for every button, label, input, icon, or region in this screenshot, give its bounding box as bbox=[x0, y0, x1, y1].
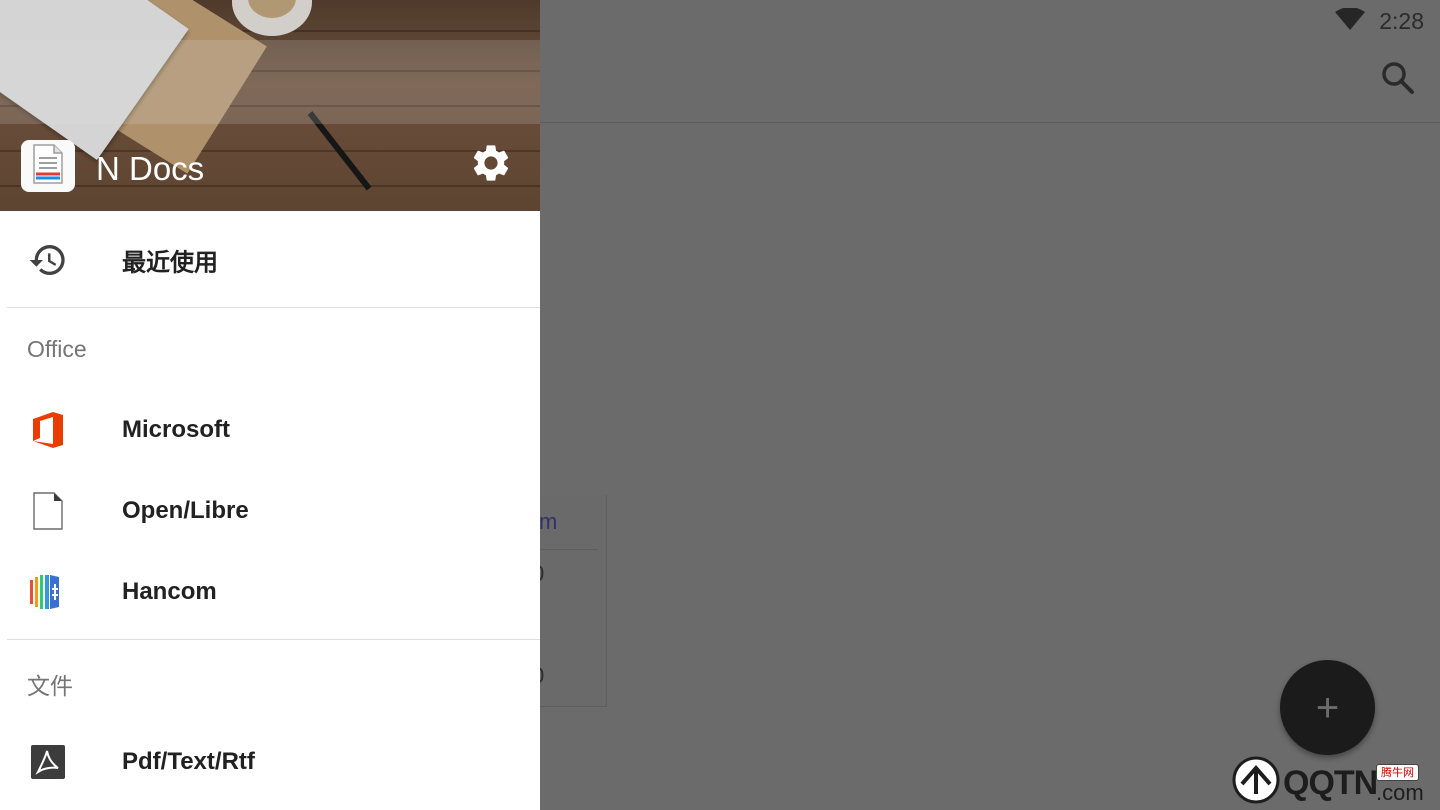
microsoft-office-icon bbox=[28, 410, 68, 450]
app-title: N Docs bbox=[96, 150, 205, 187]
section-header-files: 文件 bbox=[27, 673, 73, 699]
menu-item-pdf-text-rtf[interactable]: Pdf/Text/Rtf bbox=[0, 724, 540, 800]
settings-button[interactable] bbox=[466, 140, 516, 190]
menu-label-pdf-text-rtf: Pdf/Text/Rtf bbox=[122, 748, 255, 775]
drawer-header: N Docs bbox=[0, 0, 540, 211]
menu-label-hancom: Hancom bbox=[122, 578, 217, 605]
search-icon bbox=[1381, 61, 1415, 99]
background-card: m 0 0 bbox=[532, 495, 607, 707]
menu-label-recent: 最近使用 bbox=[122, 249, 218, 277]
libreoffice-document-icon bbox=[28, 491, 68, 531]
menu-item-microsoft[interactable]: Microsoft bbox=[0, 392, 540, 468]
watermark-suffix: .com bbox=[1376, 780, 1424, 805]
search-button[interactable] bbox=[1378, 60, 1418, 100]
watermark-text: QQTN bbox=[1283, 764, 1378, 802]
history-icon bbox=[28, 240, 68, 280]
menu-item-recent[interactable]: 最近使用 bbox=[0, 222, 540, 298]
plus-icon: + bbox=[1315, 685, 1340, 730]
section-header-office: Office bbox=[27, 336, 87, 362]
toolbar-divider bbox=[540, 122, 1440, 123]
menu-label-microsoft: Microsoft bbox=[122, 416, 230, 443]
watermark-badge: 腾牛网 bbox=[1376, 764, 1419, 781]
drawer-divider bbox=[7, 307, 540, 308]
add-fab-button[interactable]: + bbox=[1280, 660, 1375, 755]
qqtn-watermark: QQTN 腾牛网 .com bbox=[1228, 752, 1433, 806]
app-logo bbox=[21, 140, 75, 192]
document-app-icon bbox=[30, 143, 66, 189]
navigation-drawer: N Docs 最近使用 Office Microsoft Open/Libre … bbox=[0, 0, 540, 810]
header-overlay bbox=[0, 0, 540, 211]
status-bar: 2:28 bbox=[1335, 0, 1440, 42]
menu-label-open-libre: Open/Libre bbox=[122, 497, 249, 524]
wifi-icon bbox=[1335, 7, 1366, 34]
menu-item-open-libre[interactable]: Open/Libre bbox=[0, 473, 540, 549]
drawer-divider bbox=[7, 639, 540, 640]
status-time: 2:28 bbox=[1379, 7, 1424, 34]
pdf-icon bbox=[28, 742, 68, 782]
menu-item-hancom[interactable]: Hancom bbox=[0, 554, 540, 630]
card-divider bbox=[540, 549, 598, 550]
gear-icon bbox=[469, 141, 513, 189]
hancom-icon bbox=[28, 572, 68, 612]
card-header-text: m bbox=[539, 509, 558, 534]
